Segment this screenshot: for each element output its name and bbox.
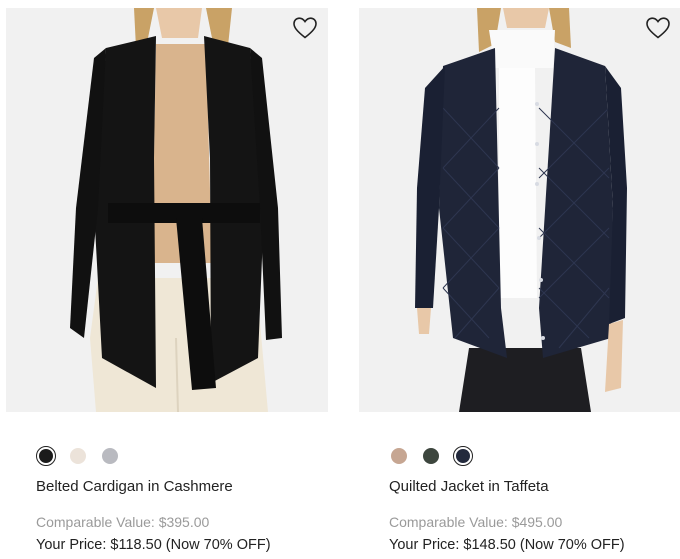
color-swatches bbox=[36, 446, 120, 466]
color-swatch-ivory[interactable] bbox=[68, 446, 88, 466]
product-photo bbox=[6, 8, 328, 412]
color-swatch-olive[interactable] bbox=[421, 446, 441, 466]
swatch-dot bbox=[70, 448, 86, 464]
color-swatch-grey[interactable] bbox=[100, 446, 120, 466]
swatch-dot bbox=[423, 448, 439, 464]
swatch-dot bbox=[391, 448, 407, 464]
wishlist-heart-icon[interactable] bbox=[292, 16, 318, 40]
color-swatch-tan[interactable] bbox=[389, 446, 409, 466]
product-name[interactable]: Belted Cardigan in Cashmere bbox=[36, 478, 233, 495]
comparable-value: Comparable Value: $495.00 bbox=[389, 514, 563, 530]
swatch-dot bbox=[102, 448, 118, 464]
comparable-value: Comparable Value: $395.00 bbox=[36, 514, 210, 530]
color-swatches bbox=[389, 446, 473, 466]
color-swatch-black[interactable] bbox=[36, 446, 56, 466]
product-image[interactable] bbox=[6, 8, 328, 412]
product-grid: Belted Cardigan in Cashmere Comparable V… bbox=[0, 0, 680, 559]
color-swatch-navy[interactable] bbox=[453, 446, 473, 466]
product-name[interactable]: Quilted Jacket in Taffeta bbox=[389, 478, 549, 495]
product-photo bbox=[359, 8, 680, 412]
swatch-dot bbox=[456, 449, 470, 463]
product-image[interactable] bbox=[359, 8, 680, 412]
wishlist-heart-icon[interactable] bbox=[645, 16, 671, 40]
your-price: Your Price: $148.50 (Now 70% OFF) bbox=[389, 537, 625, 553]
your-price: Your Price: $118.50 (Now 70% OFF) bbox=[36, 537, 271, 553]
product-card-belted-cardigan: Belted Cardigan in Cashmere Comparable V… bbox=[6, 8, 328, 553]
swatch-dot bbox=[39, 449, 53, 463]
product-card-quilted-jacket: Quilted Jacket in Taffeta Comparable Val… bbox=[359, 8, 680, 553]
